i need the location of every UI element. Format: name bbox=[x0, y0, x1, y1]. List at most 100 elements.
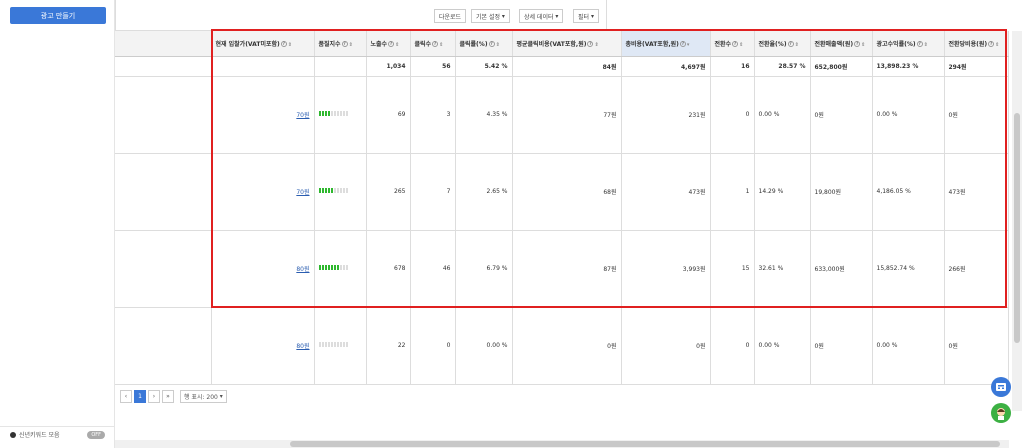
quality-bar-segment bbox=[318, 342, 321, 347]
quality-bar-segment bbox=[339, 265, 342, 270]
scroll-thumb[interactable] bbox=[1014, 113, 1020, 343]
sort-icon[interactable]: ⇕ bbox=[739, 42, 743, 48]
table-row: 70원 265 7 2.65 % 68원 473원 1 14.29 % 19,800원 4,186… bbox=[115, 153, 1009, 231]
sort-icon[interactable]: ⇕ bbox=[288, 42, 292, 48]
sort-icon[interactable]: ⇕ bbox=[594, 42, 598, 48]
quality-cell bbox=[314, 153, 367, 231]
table-cell: 265 bbox=[366, 153, 411, 231]
quality-bar-segment bbox=[342, 188, 345, 193]
column-header[interactable]: 클릭률(%)? ⇕ bbox=[455, 31, 513, 57]
header-label: 총비용(VAT포함,원) bbox=[625, 40, 679, 48]
quality-bar-segment bbox=[327, 188, 330, 193]
bid-link[interactable]: 70원 bbox=[296, 112, 309, 119]
off-badge[interactable]: OFF bbox=[87, 430, 105, 439]
footer-label: 신년키워드 모음 bbox=[19, 432, 60, 439]
table-cell bbox=[115, 307, 212, 385]
calculator-icon[interactable] bbox=[991, 377, 1011, 397]
help-icon[interactable]: ? bbox=[388, 41, 395, 48]
table-cell: 15,852.74 % bbox=[872, 230, 945, 308]
detail-data-dropdown[interactable]: 상세 데이터 ▾ bbox=[519, 9, 564, 23]
sort-icon[interactable]: ⇕ bbox=[439, 42, 443, 48]
column-header[interactable]: 광고수익률(%)? ⇕ bbox=[872, 31, 945, 57]
quality-bar-segment bbox=[324, 265, 327, 270]
sort-icon[interactable]: ⇕ bbox=[861, 42, 865, 48]
column-header[interactable]: 전환수? ⇕ bbox=[710, 31, 755, 57]
table-cell: 266원 bbox=[944, 230, 1009, 308]
column-header[interactable]: 전환율(%)? ⇕ bbox=[754, 31, 811, 57]
create-ad-button[interactable]: 광고 만들기 bbox=[10, 7, 106, 24]
quality-bar-segment bbox=[345, 188, 348, 193]
bid-link[interactable]: 70원 bbox=[296, 189, 309, 196]
table-cell: 46 bbox=[410, 230, 456, 308]
sort-icon[interactable]: ⇕ bbox=[395, 42, 399, 48]
bid-link[interactable]: 80원 bbox=[296, 343, 309, 350]
table-cell bbox=[115, 76, 212, 154]
help-icon[interactable]: ? bbox=[341, 41, 348, 48]
sort-icon[interactable]: ⇕ bbox=[995, 42, 999, 48]
table-cell: 0원 bbox=[810, 76, 873, 154]
quality-bar-segment bbox=[318, 111, 321, 116]
table-cell: 0.00 % bbox=[872, 307, 945, 385]
column-header[interactable]: 클릭수? ⇕ bbox=[410, 31, 456, 57]
chevron-down-icon: ▾ bbox=[589, 12, 594, 20]
help-icon[interactable]: ? bbox=[679, 41, 686, 48]
next-page-button[interactable]: › bbox=[148, 390, 160, 403]
header-label: 광고수익률(%) bbox=[876, 40, 916, 48]
rows-per-page-select[interactable]: 행 표시: 200 ▾ bbox=[180, 390, 227, 403]
sort-icon[interactable]: ⇕ bbox=[924, 42, 928, 48]
quality-bar-segment bbox=[327, 342, 330, 347]
help-icon[interactable]: ? bbox=[787, 41, 794, 48]
sort-desc-icon[interactable]: ▾ bbox=[687, 42, 690, 48]
table-cell: 77원 bbox=[512, 76, 622, 154]
help-icon[interactable]: ? bbox=[854, 41, 861, 48]
prev-page-button[interactable]: ‹ bbox=[120, 390, 132, 403]
table-cell: 28.57 % bbox=[754, 56, 811, 77]
sort-icon[interactable]: ⇕ bbox=[795, 42, 799, 48]
sort-icon[interactable]: ⇕ bbox=[496, 42, 500, 48]
quality-bar-segment bbox=[333, 265, 336, 270]
sidebar-footer[interactable]: 신년키워드 모음 OFF bbox=[0, 426, 115, 442]
table-cell: 22 bbox=[366, 307, 411, 385]
bid-link[interactable]: 80원 bbox=[296, 266, 309, 273]
column-header[interactable]: 평균클릭비용(VAT포함,원)? ⇕ bbox=[512, 31, 622, 57]
stats-table: 현재 입찰가(VAT미포함)? ⇕ 품질지수? ⇕ 노출수? ⇕ 클릭수? ⇕ 클릭률(… bbox=[115, 31, 1009, 385]
download-button[interactable]: 다운로드 bbox=[434, 9, 467, 23]
horizontal-scrollbar[interactable] bbox=[115, 440, 1009, 448]
table-cell: 1 bbox=[710, 153, 755, 231]
table-cell bbox=[115, 153, 212, 231]
help-icon[interactable]: ? bbox=[988, 41, 995, 48]
table-cell: 0.00 % bbox=[754, 307, 811, 385]
quality-index-bar bbox=[318, 342, 348, 347]
last-page-button[interactable]: » bbox=[162, 390, 174, 403]
filter-dropdown[interactable]: 필터 ▾ bbox=[573, 9, 599, 23]
sort-icon[interactable]: ⇕ bbox=[349, 42, 353, 48]
column-header[interactable]: 노출수? ⇕ bbox=[366, 31, 411, 57]
help-icon[interactable]: ? bbox=[732, 41, 739, 48]
quality-bar-segment bbox=[336, 342, 339, 347]
blank-header bbox=[115, 31, 212, 57]
quality-bar-segment bbox=[336, 265, 339, 270]
quality-bar-segment bbox=[339, 188, 342, 193]
help-icon[interactable]: ? bbox=[280, 41, 287, 48]
basic-settings-dropdown[interactable]: 기본 설정 ▾ bbox=[471, 9, 510, 23]
column-header[interactable]: 전환당비용(원)? ⇕ bbox=[944, 31, 1009, 57]
help-icon[interactable]: ? bbox=[587, 41, 594, 48]
table-cell: 19,800원 bbox=[810, 153, 873, 231]
quality-bar-segment bbox=[345, 342, 348, 347]
table-cell: 4,697원 bbox=[621, 56, 711, 77]
support-agent-icon[interactable] bbox=[991, 403, 1011, 423]
help-icon[interactable]: ? bbox=[916, 41, 923, 48]
help-icon[interactable]: ? bbox=[432, 41, 439, 48]
scroll-thumb[interactable] bbox=[290, 441, 1000, 447]
column-header[interactable]: 품질지수? ⇕ bbox=[314, 31, 367, 57]
quality-bar-segment bbox=[330, 111, 333, 116]
column-header[interactable]: 현재 입찰가(VAT미포함)? ⇕ bbox=[211, 31, 315, 57]
table-cell: 678 bbox=[366, 230, 411, 308]
vertical-scrollbar[interactable] bbox=[1012, 31, 1022, 411]
column-header-sorted[interactable]: 총비용(VAT포함,원)? ▾ bbox=[621, 31, 711, 57]
column-header[interactable]: 전환매출액(원)? ⇕ bbox=[810, 31, 873, 57]
toggle-icon bbox=[10, 431, 16, 438]
help-icon[interactable]: ? bbox=[488, 41, 495, 48]
quality-index-bar bbox=[318, 265, 348, 270]
page-button-current[interactable]: 1 bbox=[134, 390, 146, 403]
